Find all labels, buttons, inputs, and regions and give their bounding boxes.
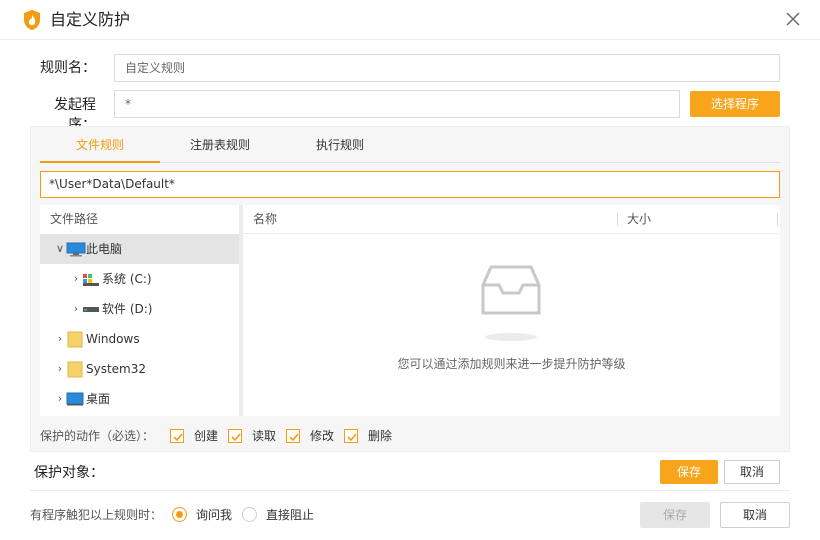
tree-item-windows[interactable]: › Windows [40,324,240,354]
actions-label: 保护的动作（必选）： [40,429,155,443]
empty-inbox-icon [481,265,541,341]
divider [30,490,790,491]
computer-icon [66,242,86,257]
checkbox-create-label: 创建 [194,429,219,443]
checkbox-modify-label: 修改 [310,429,335,443]
chevron-right-icon[interactable]: › [54,324,66,354]
path-rule-input[interactable]: *\User*Data\Default* [40,171,780,198]
shield-flame-icon [24,10,40,30]
column-name[interactable]: 名称 [253,205,277,234]
close-icon[interactable] [784,10,802,28]
folder-icon [67,331,83,348]
system-drive-icon [83,274,99,286]
chevron-right-icon[interactable]: › [70,294,82,324]
column-divider[interactable] [777,213,778,226]
checkbox-read-label: 读取 [252,429,277,443]
chevron-right-icon[interactable]: › [70,264,82,294]
tree-item-system-c[interactable]: › 系统 (C:) [40,264,240,294]
tree-header: 文件路径 [50,212,99,226]
object-save-button[interactable]: 保存 [660,460,718,484]
footer-save-button[interactable]: 保存 [640,502,710,528]
rule-tabs: 文件规则 注册表规则 执行规则 [40,127,780,163]
footer-cancel-button[interactable]: 取消 [720,502,790,528]
tree-item-label: 软件 (D:) [102,302,153,316]
desktop-icon [66,392,84,406]
tree-item-system32[interactable]: › System32 [40,354,240,384]
check-icon [347,433,357,442]
column-divider[interactable] [617,213,618,226]
tree-item-label: Windows [86,332,140,346]
folder-icon [67,361,83,378]
select-program-button[interactable]: 选择程序 [690,91,780,117]
empty-state-text: 您可以通过添加规则来进一步提升防护等级 [397,357,626,371]
checkbox-read[interactable] [228,429,242,443]
checkbox-modify[interactable] [286,429,300,443]
check-icon [173,433,183,442]
trigger-label: 有程序触犯以上规则时： [30,508,163,522]
radio-ask-me[interactable] [172,507,187,522]
radio-ask-me-label: 询问我 [196,508,233,522]
tree-item-label: 桌面 [86,392,111,406]
tab-file-rules[interactable]: 文件规则 [40,127,160,163]
object-cancel-button[interactable]: 取消 [724,460,780,484]
tree-item-software-d[interactable]: › 软件 (D:) [40,294,240,324]
chevron-right-icon[interactable]: › [54,384,66,414]
tree-item-label: 系统 (C:) [102,272,152,286]
chevron-right-icon[interactable]: › [54,354,66,384]
check-icon [289,433,299,442]
rule-name-input[interactable]: 自定义规则 [114,54,780,82]
protected-object-label: 保护对象： [34,465,104,481]
checkbox-delete-label: 删除 [368,429,393,443]
radio-block[interactable] [242,507,257,522]
file-path-tree: 文件路径 ∨ 此电脑 › 系统 (C:) › 软件 (D:) › Windows… [40,205,240,416]
checkbox-create[interactable] [170,429,184,443]
tree-item-label: 此电脑 [86,242,123,256]
tree-item-this-pc[interactable]: ∨ 此电脑 [40,234,240,264]
rule-name-label: 规则名： [40,60,96,76]
tree-item-label: System32 [86,362,147,376]
chevron-down-icon[interactable]: ∨ [54,234,66,264]
column-size[interactable]: 大小 [627,205,651,234]
tab-registry-rules[interactable]: 注册表规则 [160,127,280,163]
checkbox-delete[interactable] [344,429,358,443]
tree-item-desktop[interactable]: › 桌面 [40,384,240,414]
check-icon [231,433,241,442]
drive-icon [83,307,99,312]
title-bar: 自定义防护 [0,0,820,40]
radio-block-label: 直接阻止 [266,508,315,522]
file-list: 名称 大小 您可以通过添加规则来进一步提升防护等级 [243,205,780,416]
tab-exec-rules[interactable]: 执行规则 [280,127,400,163]
list-header: 名称 大小 [243,205,780,234]
window-title: 自定义防护 [50,10,131,29]
program-input[interactable]: * [114,90,680,118]
